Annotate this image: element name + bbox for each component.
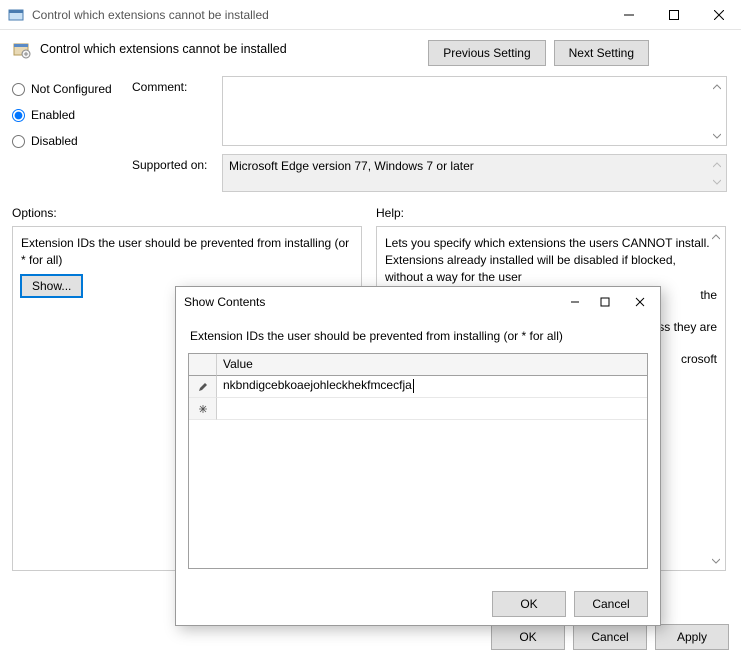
radio-enabled[interactable]: Enabled [12,108,132,122]
help-section-label: Help: [376,206,729,220]
row-indicator-new-icon [189,398,217,420]
dialog-ok-button[interactable]: OK [492,591,566,617]
policy-icon [12,40,32,60]
radio-disabled-input[interactable] [12,135,25,148]
row-indicator-editing-icon [189,376,217,398]
cancel-button[interactable]: Cancel [573,624,647,650]
show-button[interactable]: Show... [21,275,82,297]
dialog-subtitle: Extension IDs the user should be prevent… [190,329,648,343]
help-scrollbar[interactable] [707,228,724,569]
window-title: Control which extensions cannot be insta… [32,8,606,22]
comment-label: Comment: [132,76,222,146]
apply-button[interactable]: Apply [655,624,729,650]
window-titlebar: Control which extensions cannot be insta… [0,0,741,30]
next-setting-button[interactable]: Next Setting [554,40,649,66]
scroll-down-icon[interactable] [707,552,724,569]
app-icon [8,7,24,23]
scroll-up-icon[interactable] [708,78,725,95]
radio-enabled-label: Enabled [31,108,75,122]
radio-not-configured-label: Not Configured [31,82,112,96]
dialog-cancel-button[interactable]: Cancel [574,591,648,617]
table-row[interactable]: nkbndigcebkoaejohleckhekfmcecfja [189,376,647,398]
dialog-titlebar: Show Contents [176,287,660,317]
radio-not-configured-input[interactable] [12,83,25,96]
grid-cell-value[interactable] [217,398,647,420]
state-radio-group: Not Configured Enabled Disabled [12,76,132,160]
grid-column-header-value[interactable]: Value [217,354,647,376]
scroll-down-icon [708,173,725,190]
maximize-button[interactable] [651,0,696,30]
page-title: Control which extensions cannot be insta… [40,40,287,56]
scroll-down-icon[interactable] [708,127,725,144]
supported-scrollbar [708,156,725,190]
previous-setting-button[interactable]: Previous Setting [428,40,545,66]
grid-cell-value[interactable]: nkbndigcebkoaejohleckhekfmcecfja [217,376,647,398]
comment-scrollbar[interactable] [708,78,725,144]
dialog-maximize-button[interactable] [590,290,620,314]
comment-textbox[interactable] [222,76,727,146]
minimize-button[interactable] [606,0,651,30]
radio-enabled-input[interactable] [12,109,25,122]
radio-disabled-label: Disabled [31,134,78,148]
help-text-line1: Lets you specify which extensions the us… [385,235,717,285]
text-caret [413,379,414,393]
dialog-minimize-button[interactable] [560,290,590,314]
scroll-up-icon [708,156,725,173]
options-section-label: Options: [12,206,362,220]
dialog-close-button[interactable] [620,290,660,314]
dialog-title: Show Contents [184,295,560,309]
ok-button[interactable]: OK [491,624,565,650]
show-contents-dialog: Show Contents Extension IDs the user sho… [175,286,661,626]
supported-on-box: Microsoft Edge version 77, Windows 7 or … [222,154,727,192]
supported-label: Supported on: [132,154,222,192]
scroll-up-icon[interactable] [707,228,724,245]
value-grid[interactable]: Value nkbndigcebkoaejohleckhekfmcecfja [188,353,648,569]
radio-not-configured[interactable]: Not Configured [12,82,132,96]
grid-corner-header [189,354,217,376]
table-row[interactable] [189,398,647,420]
radio-disabled[interactable]: Disabled [12,134,132,148]
options-list-label: Extension IDs the user should be prevent… [21,235,353,269]
close-button[interactable] [696,0,741,30]
